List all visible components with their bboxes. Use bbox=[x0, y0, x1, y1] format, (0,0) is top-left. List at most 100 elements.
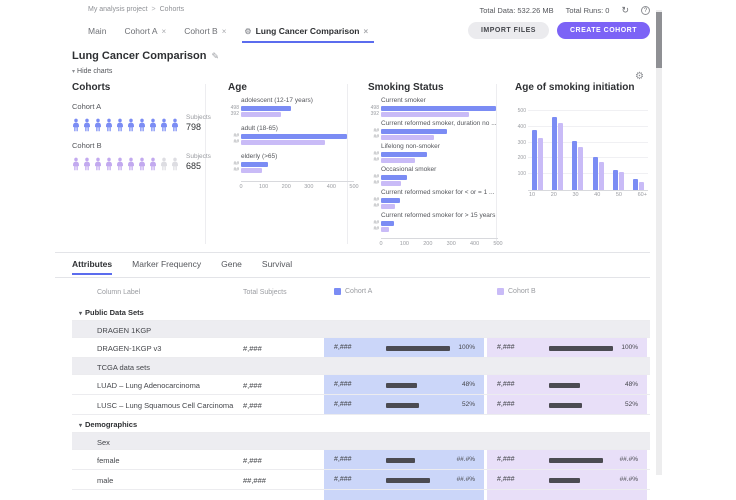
cohort-a-bar bbox=[572, 141, 577, 190]
table-subheader-row: DRAGEN 1KGP bbox=[72, 321, 650, 338]
cohorts-title: Cohorts bbox=[72, 82, 217, 93]
tab-label: Cohort B bbox=[184, 26, 218, 36]
percent-label: 48% bbox=[625, 381, 638, 388]
bar-track bbox=[549, 346, 613, 351]
charts-panel: ⚙ Cohorts Cohort ASubjects798Cohort BSub… bbox=[55, 82, 650, 252]
create-cohort-button[interactable]: CREATE COHORT bbox=[557, 22, 650, 39]
bar-fill bbox=[386, 478, 430, 483]
group-toggle[interactable]: ▾Public Data Sets bbox=[79, 308, 144, 317]
bar-group: ####Current reformed smoker for < or = 1… bbox=[368, 189, 505, 210]
person-icon bbox=[149, 118, 157, 132]
bar-group: ####Occasional smoker bbox=[368, 166, 505, 187]
cohort-a-bar bbox=[241, 162, 268, 167]
subjects-value: 798 bbox=[186, 122, 211, 132]
cohort-a-bar bbox=[381, 106, 496, 111]
total-runs-label: Total Runs: 0 bbox=[566, 6, 610, 15]
breadcrumb: My analysis project>Cohorts bbox=[88, 6, 184, 13]
subjects-label: Subjects bbox=[186, 153, 211, 160]
bar-group: ####Lifelong non-smoker bbox=[368, 143, 505, 164]
cohort-count: #,### bbox=[497, 456, 515, 463]
vertical-scrollbar[interactable] bbox=[656, 10, 662, 475]
percent-label: 52% bbox=[625, 401, 638, 408]
cohort-count: #,### bbox=[497, 381, 515, 388]
refresh-icon[interactable]: ↻ bbox=[621, 6, 629, 15]
close-icon[interactable]: × bbox=[222, 27, 227, 36]
smoking-status-chart: Smoking Status 498392Current smoker####C… bbox=[368, 82, 505, 248]
cohort-a-cell: #,###48% bbox=[324, 375, 484, 394]
bar-track bbox=[386, 346, 450, 351]
cohort-b-bar bbox=[381, 204, 395, 209]
tab-attributes[interactable]: Attributes bbox=[72, 259, 112, 275]
bar-group-label: Occasional smoker bbox=[381, 166, 505, 173]
person-icon bbox=[105, 118, 113, 132]
person-icon bbox=[105, 157, 113, 171]
cohort-name: Cohort B bbox=[72, 141, 217, 150]
cohort-b-value: ## bbox=[368, 203, 379, 209]
tab-cohort-b[interactable]: Cohort B × bbox=[184, 22, 226, 43]
scrollbar-thumb[interactable] bbox=[656, 12, 662, 68]
subjects-count: Subjects798 bbox=[186, 114, 211, 132]
cohort-count: #,### bbox=[334, 456, 352, 463]
chart-settings-gear-icon[interactable]: ⚙ bbox=[635, 71, 644, 82]
bar-value-labels: #### bbox=[368, 220, 379, 233]
percent-label: ##.#% bbox=[457, 456, 475, 463]
group-toggle[interactable]: ▾Demographics bbox=[79, 420, 137, 429]
bar-value-labels: #### bbox=[228, 161, 239, 174]
bar-value-labels: #### bbox=[368, 197, 379, 210]
subheader-label: TCGA data sets bbox=[97, 363, 150, 372]
bar-column: Occasional smoker bbox=[381, 166, 505, 187]
hide-charts-toggle[interactable]: ▾Hide charts bbox=[72, 68, 112, 75]
caret-down-icon: ▾ bbox=[72, 69, 75, 75]
total-subjects-header: Total Subjects bbox=[243, 289, 287, 296]
histogram-group bbox=[613, 170, 624, 191]
cohort-b-value: ## bbox=[368, 157, 379, 163]
table-subheader-row: TCGA data sets bbox=[72, 358, 650, 375]
table-row bbox=[72, 490, 650, 500]
close-icon[interactable]: × bbox=[363, 27, 368, 36]
tab-lung-cancer-comparison[interactable]: ⚙Lung Cancer Comparison× bbox=[244, 22, 368, 43]
x-tick-label: 100 bbox=[259, 184, 268, 190]
bar-fill bbox=[549, 458, 603, 463]
tab-gene[interactable]: Gene bbox=[221, 259, 242, 275]
cohort-a-bar bbox=[593, 157, 598, 190]
percent-label: ##.#% bbox=[620, 476, 638, 483]
cohort-count: #,### bbox=[497, 344, 515, 351]
cohort-count: #,### bbox=[334, 401, 352, 408]
initiation-chart: Age of smoking initiation 10020030040050… bbox=[515, 82, 650, 198]
help-icon[interactable]: ? bbox=[641, 6, 650, 15]
cohort-b-bar bbox=[639, 182, 644, 190]
tab-label: Cohort A bbox=[124, 26, 157, 36]
cohort-row: Subjects798 bbox=[72, 114, 217, 132]
row-label: LUAD – Lung Adenocarcinoma bbox=[97, 381, 200, 390]
person-icon bbox=[171, 157, 179, 171]
row-label: male bbox=[97, 476, 113, 485]
bar-value-labels: 498392 bbox=[368, 105, 379, 118]
import-files-button[interactable]: IMPORT FILES bbox=[468, 22, 549, 39]
percent-label: ##.#% bbox=[457, 476, 475, 483]
top-stats: Total Data: 532.26 MB Total Runs: 0 ↻ ? bbox=[479, 6, 650, 15]
tab-main[interactable]: Main bbox=[88, 22, 106, 43]
cohort-b-value: ## bbox=[368, 226, 379, 232]
bar-column: Current smoker bbox=[381, 97, 505, 118]
tab-survival[interactable]: Survival bbox=[262, 259, 292, 275]
edit-pencil-icon[interactable]: ✎ bbox=[211, 51, 219, 61]
row-label: LUSC – Lung Squamous Cell Carcinoma bbox=[97, 401, 233, 410]
tab-cohort-a[interactable]: Cohort A × bbox=[124, 22, 166, 43]
section-divider bbox=[55, 252, 650, 253]
cohort-a-bar bbox=[381, 152, 427, 157]
bar-value-labels: #### bbox=[368, 151, 379, 164]
legend-label: Cohort B bbox=[508, 288, 536, 295]
bar-group-label: elderly (>65) bbox=[241, 153, 356, 160]
x-tick-label: 40 bbox=[594, 192, 600, 198]
bar-fill bbox=[549, 383, 580, 388]
smoking-x-axis: 0100200300400500 bbox=[381, 238, 498, 248]
x-tick-label: 60+ bbox=[638, 192, 647, 198]
person-icon bbox=[149, 157, 157, 171]
group-label: Demographics bbox=[85, 420, 137, 429]
breadcrumb-cohorts[interactable]: Cohorts bbox=[160, 6, 185, 13]
percent-label: 52% bbox=[462, 401, 475, 408]
breadcrumb-project[interactable]: My analysis project bbox=[88, 6, 148, 13]
close-icon[interactable]: × bbox=[162, 27, 167, 36]
tab-marker-frequency[interactable]: Marker Frequency bbox=[132, 259, 201, 275]
cohort-a-cell: #,### ##.#% bbox=[324, 450, 484, 469]
